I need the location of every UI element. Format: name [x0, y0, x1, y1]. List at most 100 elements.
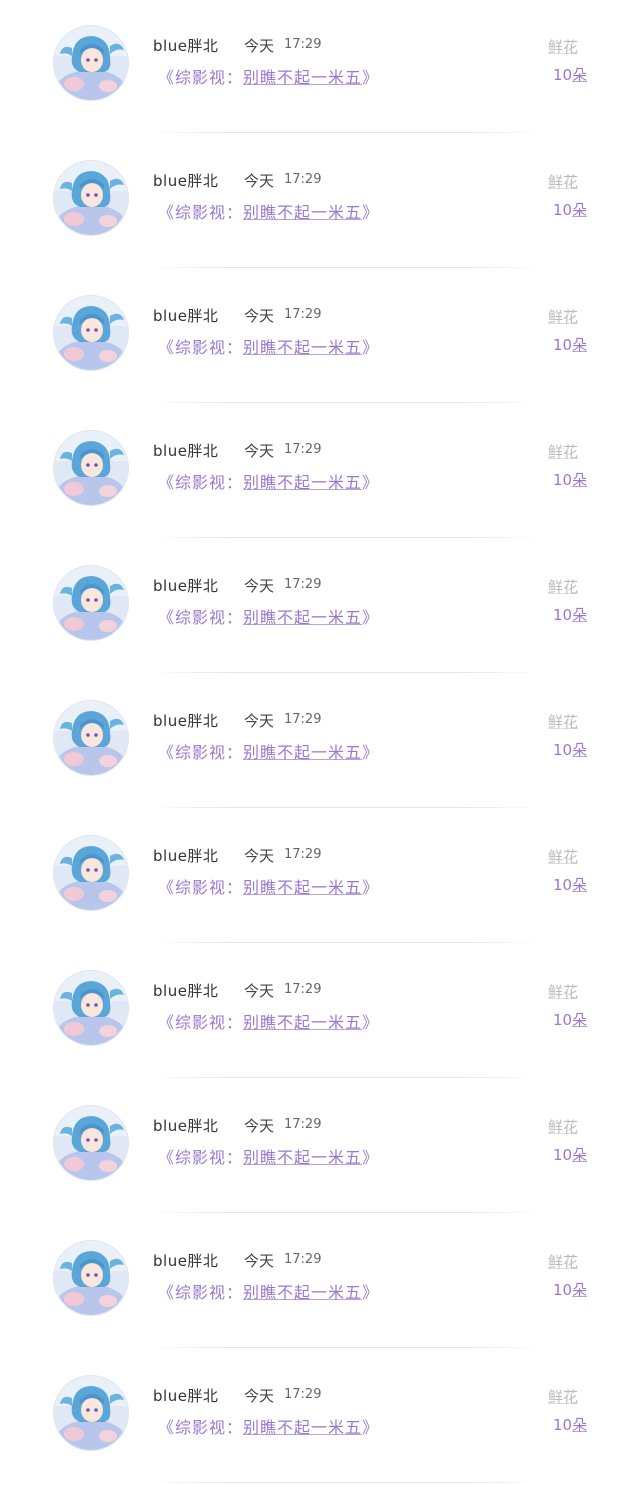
date-label: 今天: [244, 307, 275, 325]
book-separator: ：: [226, 1013, 244, 1032]
book-title[interactable]: 别瞧不起一米五: [243, 1148, 362, 1167]
book-separator: ：: [226, 1418, 244, 1437]
anime-avatar-icon: [54, 161, 128, 235]
book-title[interactable]: 别瞧不起一米五: [243, 743, 362, 762]
anime-avatar-icon: [54, 1241, 128, 1315]
gift-count-number: 10: [553, 1011, 573, 1029]
book-title[interactable]: 别瞧不起一米五: [243, 1418, 362, 1437]
time-text: 17:29: [284, 442, 322, 457]
gift-amount: 10朵: [553, 469, 587, 490]
book-series: 综影视: [175, 878, 227, 897]
book-link[interactable]: 《综影视：别瞧不起一米五》: [158, 64, 379, 88]
book-link[interactable]: 《综影视：别瞧不起一米五》: [158, 1279, 379, 1303]
username[interactable]: blue胖北: [153, 1115, 218, 1136]
book-title[interactable]: 别瞧不起一米五: [243, 878, 362, 897]
username[interactable]: blue胖北: [153, 1250, 218, 1271]
date-label: 今天: [244, 1387, 275, 1405]
book-close-bracket: 》: [362, 1013, 380, 1032]
row-divider: [150, 267, 540, 268]
user-avatar[interactable]: [54, 1106, 128, 1180]
book-link[interactable]: 《综影视：别瞧不起一米五》: [158, 199, 379, 223]
user-avatar[interactable]: [54, 1376, 128, 1450]
username[interactable]: blue胖北: [153, 710, 218, 731]
time-text: 17:29: [284, 37, 322, 52]
gift-type-label: 鲜花: [548, 1253, 579, 1271]
username[interactable]: blue胖北: [153, 35, 218, 56]
book-title[interactable]: 别瞧不起一米五: [243, 473, 362, 492]
book-title[interactable]: 别瞧不起一米五: [243, 608, 362, 627]
gift-type-label: 鲜花: [548, 1118, 579, 1136]
book-title[interactable]: 别瞧不起一米五: [243, 68, 362, 87]
book-separator: ：: [226, 338, 244, 357]
book-series: 综影视: [175, 68, 227, 87]
book-title[interactable]: 别瞧不起一米五: [243, 1283, 362, 1302]
date-label: 今天: [244, 172, 275, 190]
book-link[interactable]: 《综影视：别瞧不起一米五》: [158, 739, 379, 763]
list-item: blue胖北 今天 17:29 《综影视：别瞧不起一米五》 鲜花 10朵: [0, 1350, 640, 1485]
row-divider: [150, 1347, 540, 1348]
book-series: 综影视: [175, 203, 227, 222]
gift-amount: 10朵: [553, 874, 587, 895]
book-open-bracket: 《: [158, 878, 176, 897]
gift-count-number: 10: [553, 1146, 573, 1164]
time-text: 17:29: [284, 1252, 322, 1267]
book-link[interactable]: 《综影视：别瞧不起一米五》: [158, 469, 379, 493]
user-avatar[interactable]: [54, 566, 128, 640]
book-title[interactable]: 别瞧不起一米五: [243, 338, 362, 357]
gift-amount: 10朵: [553, 64, 587, 85]
list-item: blue胖北 今天 17:29 《综影视：别瞧不起一米五》 鲜花 10朵: [0, 540, 640, 675]
row-divider: [150, 1077, 540, 1078]
book-link[interactable]: 《综影视：别瞧不起一米五》: [158, 874, 379, 898]
username[interactable]: blue胖北: [153, 1385, 218, 1406]
username[interactable]: blue胖北: [153, 440, 218, 461]
user-avatar[interactable]: [54, 836, 128, 910]
book-separator: ：: [226, 1148, 244, 1167]
user-avatar[interactable]: [54, 1241, 128, 1315]
book-link[interactable]: 《综影视：别瞧不起一米五》: [158, 1009, 379, 1033]
anime-avatar-icon: [54, 296, 128, 370]
list-item: blue胖北 今天 17:29 《综影视：别瞧不起一米五》 鲜花 10朵: [0, 0, 640, 135]
book-link[interactable]: 《综影视：别瞧不起一米五》: [158, 334, 379, 358]
book-link[interactable]: 《综影视：别瞧不起一米五》: [158, 1144, 379, 1168]
book-link[interactable]: 《综影视：别瞧不起一米五》: [158, 1414, 379, 1438]
gift-amount: 10朵: [553, 1009, 587, 1030]
gift-count-unit: 朵: [572, 336, 588, 354]
user-avatar[interactable]: [54, 26, 128, 100]
book-separator: ：: [226, 743, 244, 762]
book-series: 综影视: [175, 1418, 227, 1437]
book-title[interactable]: 别瞧不起一米五: [243, 203, 362, 222]
gift-amount: 10朵: [553, 199, 587, 220]
username[interactable]: blue胖北: [153, 845, 218, 866]
gift-count-unit: 朵: [572, 1146, 588, 1164]
user-avatar[interactable]: [54, 971, 128, 1045]
user-avatar[interactable]: [54, 431, 128, 505]
gift-count-unit: 朵: [572, 741, 588, 759]
username[interactable]: blue胖北: [153, 980, 218, 1001]
gift-count-unit: 朵: [572, 471, 588, 489]
row-divider: [150, 807, 540, 808]
book-link[interactable]: 《综影视：别瞧不起一米五》: [158, 604, 379, 628]
gift-amount: 10朵: [553, 604, 587, 625]
username[interactable]: blue胖北: [153, 170, 218, 191]
gift-record-list: blue胖北 今天 17:29 《综影视：别瞧不起一米五》 鲜花 10朵 blu…: [0, 0, 640, 1485]
date-label: 今天: [244, 1252, 275, 1270]
anime-avatar-icon: [54, 26, 128, 100]
book-series: 综影视: [175, 608, 227, 627]
gift-count-number: 10: [553, 201, 573, 219]
book-close-bracket: 》: [362, 68, 380, 87]
book-title[interactable]: 别瞧不起一米五: [243, 1013, 362, 1032]
gift-count-number: 10: [553, 66, 573, 84]
username[interactable]: blue胖北: [153, 575, 218, 596]
user-avatar[interactable]: [54, 701, 128, 775]
gift-amount: 10朵: [553, 1279, 587, 1300]
book-series: 综影视: [175, 1013, 227, 1032]
gift-type-label: 鲜花: [548, 983, 579, 1001]
user-avatar[interactable]: [54, 161, 128, 235]
username[interactable]: blue胖北: [153, 305, 218, 326]
time-text: 17:29: [284, 172, 322, 187]
book-series: 综影视: [175, 1283, 227, 1302]
row-divider: [150, 942, 540, 943]
book-close-bracket: 》: [362, 338, 380, 357]
gift-amount: 10朵: [553, 1144, 587, 1165]
user-avatar[interactable]: [54, 296, 128, 370]
